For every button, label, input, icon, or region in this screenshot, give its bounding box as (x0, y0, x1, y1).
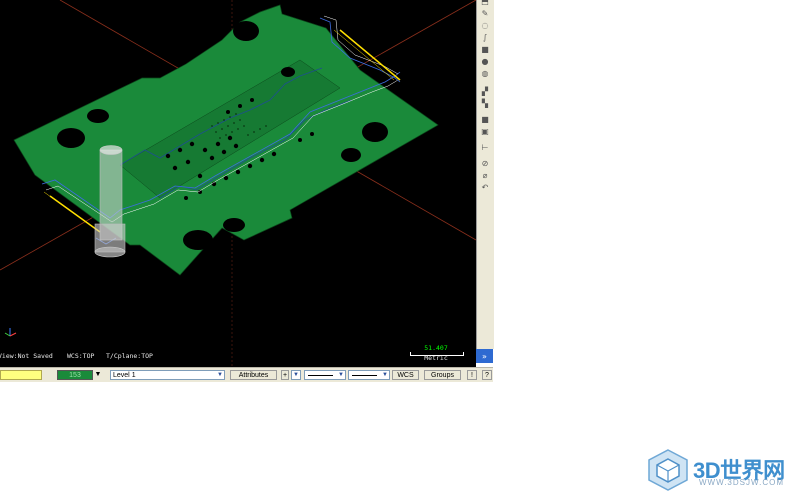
info-button[interactable]: ! (467, 370, 477, 380)
block-icon[interactable]: ■ (480, 116, 490, 124)
level-label: Level (113, 372, 130, 379)
grid-icon[interactable]: ▚ (480, 100, 490, 108)
hole (223, 218, 245, 232)
hole (167, 37, 185, 49)
line-style-dropdown-icon[interactable]: ▼ (338, 371, 344, 380)
attributes-button[interactable]: Attributes (230, 370, 277, 380)
right-toolbar: ⬒ ✎ ◌ ∫ ■ ● ◍ ▞ ▚ ■ ▣ ⊢ ⊘ ⌀ ↶ (476, 0, 494, 349)
pencil-icon[interactable]: ✎ (480, 10, 490, 18)
hole (183, 230, 213, 250)
scale-indicator: 51.407 Metric (408, 344, 464, 362)
color-swatch-field[interactable] (0, 370, 42, 380)
color-dropdown-arrow-icon[interactable]: ▼ (93, 370, 103, 380)
level-dropdown-icon[interactable]: ▼ (217, 371, 223, 380)
watermark-logo: 3D世界网 WWW.3DSJW.COM (645, 447, 800, 492)
hole (341, 148, 361, 162)
hole (233, 21, 259, 41)
point-style-button[interactable]: + (281, 370, 289, 380)
undo-icon[interactable]: ↶ (480, 184, 490, 192)
hole (362, 122, 388, 142)
hole (281, 67, 295, 77)
chamfer-icon[interactable]: ▞ (480, 88, 490, 96)
point-dropdown-icon[interactable]: ▼ (291, 370, 301, 380)
hole (87, 109, 109, 123)
line-width-select[interactable]: ▼ (348, 370, 390, 380)
graphics-viewport[interactable]: View:Not Saved WCS:TOP T/Cplane:TOP 51.4… (0, 0, 476, 367)
plate-part (13, 4, 439, 276)
no-entry-icon[interactable]: ⊘ (480, 160, 490, 168)
groups-button[interactable]: Groups (424, 370, 461, 380)
help-button[interactable]: ? (482, 370, 492, 380)
globe-icon[interactable]: ◍ (480, 70, 490, 78)
axis-gnomon-icon (4, 328, 17, 337)
wcs-button[interactable]: WCS (392, 370, 419, 380)
brush-icon[interactable]: ⌀ (480, 172, 490, 180)
view-status: View:Not Saved (0, 352, 53, 360)
sphere-icon[interactable]: ● (480, 58, 490, 66)
tplane-status: T/Cplane:TOP (106, 352, 153, 360)
cad-drawing (0, 0, 476, 367)
rotate-icon[interactable]: ⬒ (480, 0, 490, 6)
line-width-dropdown-icon[interactable]: ▼ (382, 371, 388, 380)
solid-box-icon[interactable]: ■ (480, 46, 490, 54)
scale-unit: Metric (424, 354, 448, 362)
dimension-icon[interactable]: ⊢ (480, 144, 490, 152)
wcs-status: WCS:TOP (67, 352, 95, 360)
hole (57, 128, 85, 148)
scale-value: 51.407 (424, 344, 448, 352)
color-value-field[interactable]: 153 (57, 370, 93, 380)
level-value: 1 (131, 372, 136, 379)
status-bar: 153 ▼ Level 1 ▼ Attributes + ▼ ▼ ▼ WCS G… (0, 367, 493, 382)
curve-icon[interactable]: ∫ (480, 34, 490, 42)
line-style-select[interactable]: ▼ (304, 370, 346, 380)
level-field[interactable]: Level 1 ▼ (110, 370, 225, 380)
toolbar-scroll-button[interactable]: » (476, 349, 493, 363)
save-icon[interactable]: ▣ (480, 128, 490, 136)
watermark-url: WWW.3DSJW.COM (699, 478, 784, 487)
circle-arc-icon[interactable]: ◌ (480, 22, 490, 30)
cube-logo-icon (648, 449, 688, 491)
